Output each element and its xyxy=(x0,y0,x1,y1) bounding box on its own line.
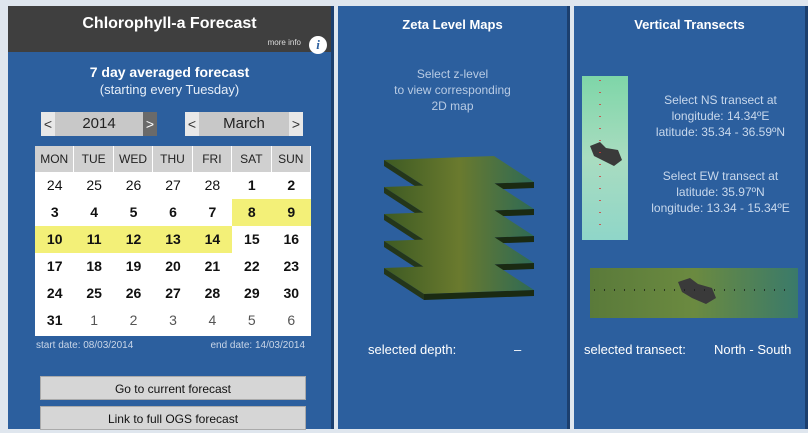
calendar-week: 3 4 5 6 7 8 9 xyxy=(35,199,311,226)
calendar-week: 24 25 26 27 28 1 2 xyxy=(35,172,311,199)
ns-transect-line: Select NS transect at xyxy=(664,93,777,107)
ns-transect-info: Select NS transect at longitude: 14.34ºE… xyxy=(638,92,803,140)
calendar-day[interactable]: 26 xyxy=(114,172,153,199)
calendar-day[interactable]: 2 xyxy=(114,307,153,334)
vertical-panel: Vertical Transects Select NS transect at… xyxy=(574,6,808,429)
calendar-day-selected[interactable]: 11 xyxy=(74,226,114,253)
ns-transect-map-icon[interactable] xyxy=(582,76,628,240)
calendar-day[interactable]: 6 xyxy=(153,199,192,226)
calendar-day[interactable]: 24 xyxy=(35,172,74,199)
calendar-day[interactable]: 7 xyxy=(193,199,232,226)
weekday-header: SAT xyxy=(232,146,272,172)
calendar-day[interactable]: 4 xyxy=(193,307,232,334)
calendar-day[interactable]: 22 xyxy=(232,253,271,280)
weekday-header: THU xyxy=(153,146,193,172)
calendar-day-selected[interactable]: 9 xyxy=(271,199,311,226)
full-ogs-forecast-button[interactable]: Link to full OGS forecast xyxy=(40,406,306,430)
forecast-subtitle-note: (starting every Tuesday) xyxy=(99,82,240,97)
calendar-week: 31 1 2 3 4 5 6 xyxy=(35,307,311,334)
selected-transect-label: selected transect: xyxy=(584,342,686,357)
forecast-title-bar: Chlorophyll-a Forecast more info i xyxy=(8,6,331,54)
weekday-header: MON xyxy=(35,146,75,172)
calendar-day[interactable]: 28 xyxy=(193,280,232,307)
calendar-day[interactable]: 18 xyxy=(74,253,113,280)
year-prev-button[interactable]: < xyxy=(41,112,55,136)
calendar-day[interactable]: 6 xyxy=(272,307,311,334)
current-forecast-button[interactable]: Go to current forecast xyxy=(40,376,306,400)
calendar-weekdays: MON TUE WED THU FRI SAT SUN xyxy=(35,146,311,172)
zeta-title: Zeta Level Maps xyxy=(402,17,503,32)
zeta-description: Select z-level to view corresponding 2D … xyxy=(358,66,547,114)
ns-transect-line: longitude: 14.34ºE xyxy=(671,109,770,123)
calendar-week: 24 25 26 27 28 29 30 xyxy=(35,280,311,307)
calendar-day[interactable]: 30 xyxy=(272,280,311,307)
forecast-panel: Chlorophyll-a Forecast more info i 7 day… xyxy=(8,6,334,430)
calendar-day-selected[interactable]: 12 xyxy=(113,226,154,253)
year-next-button[interactable]: > xyxy=(143,112,157,136)
calendar-day[interactable]: 15 xyxy=(232,226,271,253)
year-selector: < 2014 > xyxy=(41,112,157,136)
calendar-day[interactable]: 25 xyxy=(74,172,113,199)
calendar-day[interactable]: 28 xyxy=(193,172,232,199)
zeta-panel: Zeta Level Maps Select z-level to view c… xyxy=(338,6,570,429)
ew-transect-line: latitude: 35.97ºN xyxy=(676,185,765,199)
selected-depth-label: selected depth: xyxy=(368,342,457,357)
year-value: 2014 xyxy=(55,112,143,136)
calendar-day[interactable]: 5 xyxy=(232,307,271,334)
zeta-description-line: to view corresponding xyxy=(394,83,511,97)
month-value: March xyxy=(199,112,289,136)
calendar-week: 10 11 12 13 14 15 16 xyxy=(35,226,311,253)
calendar-day[interactable]: 16 xyxy=(272,226,311,253)
calendar-day[interactable]: 31 xyxy=(35,307,74,334)
calendar-day[interactable]: 20 xyxy=(153,253,192,280)
calendar-day[interactable]: 4 xyxy=(74,199,113,226)
zeta-description-line: Select z-level xyxy=(416,67,489,81)
calendar-day-selected[interactable]: 13 xyxy=(153,226,193,253)
calendar-week: 17 18 19 20 21 22 23 xyxy=(35,253,311,280)
weekday-header: TUE xyxy=(74,146,114,172)
calendar: MON TUE WED THU FRI SAT SUN 24 25 26 27 … xyxy=(35,146,311,336)
calendar-day[interactable]: 2 xyxy=(272,172,311,199)
zeta-description-line: 2D map xyxy=(431,99,474,113)
calendar-day[interactable]: 27 xyxy=(153,280,192,307)
calendar-day[interactable]: 3 xyxy=(153,307,192,334)
calendar-day[interactable]: 26 xyxy=(114,280,153,307)
month-selector: < March > xyxy=(185,112,303,136)
weekday-header: WED xyxy=(113,146,154,172)
weekday-header: FRI xyxy=(192,146,233,172)
selected-transect-value: North - South xyxy=(714,342,792,357)
end-date: end date: 14/03/2014 xyxy=(210,340,305,351)
calendar-day[interactable]: 3 xyxy=(35,199,74,226)
calendar-day[interactable]: 21 xyxy=(193,253,232,280)
calendar-day[interactable]: 19 xyxy=(114,253,153,280)
calendar-day-selected[interactable]: 10 xyxy=(35,226,75,253)
calendar-day-selected[interactable]: 14 xyxy=(192,226,233,253)
calendar-day[interactable]: 5 xyxy=(114,199,153,226)
calendar-day[interactable]: 27 xyxy=(153,172,192,199)
calendar-day-selected[interactable]: 8 xyxy=(232,199,272,226)
ew-transect-info: Select EW transect at latitude: 35.97ºN … xyxy=(638,168,803,216)
month-next-button[interactable]: > xyxy=(289,112,303,136)
month-prev-button[interactable]: < xyxy=(185,112,199,136)
ns-transect-line: latitude: 35.34 - 36.59ºN xyxy=(655,125,786,139)
map-layer-stack-icon[interactable] xyxy=(374,152,544,302)
forecast-title: Chlorophyll-a Forecast xyxy=(82,15,257,32)
ew-transect-map-icon[interactable] xyxy=(590,268,798,318)
more-info-link[interactable]: more info xyxy=(268,38,301,47)
start-date: start date: 08/03/2014 xyxy=(36,340,134,351)
ew-transect-line: longitude: 13.34 - 15.34ºE xyxy=(651,201,790,215)
calendar-day[interactable]: 23 xyxy=(272,253,311,280)
calendar-day[interactable]: 1 xyxy=(232,172,271,199)
weekday-header: SUN xyxy=(271,146,311,172)
selected-depth-value: – xyxy=(514,342,522,357)
calendar-day[interactable]: 1 xyxy=(74,307,113,334)
calendar-day[interactable]: 25 xyxy=(74,280,113,307)
calendar-day[interactable]: 29 xyxy=(232,280,271,307)
vertical-title: Vertical Transects xyxy=(634,17,745,32)
ew-transect-line: Select EW transect at xyxy=(662,169,779,183)
calendar-day[interactable]: 24 xyxy=(35,280,74,307)
info-icon[interactable]: i xyxy=(309,36,327,54)
calendar-day[interactable]: 17 xyxy=(35,253,74,280)
forecast-subtitle: 7 day averaged forecast xyxy=(89,64,250,80)
